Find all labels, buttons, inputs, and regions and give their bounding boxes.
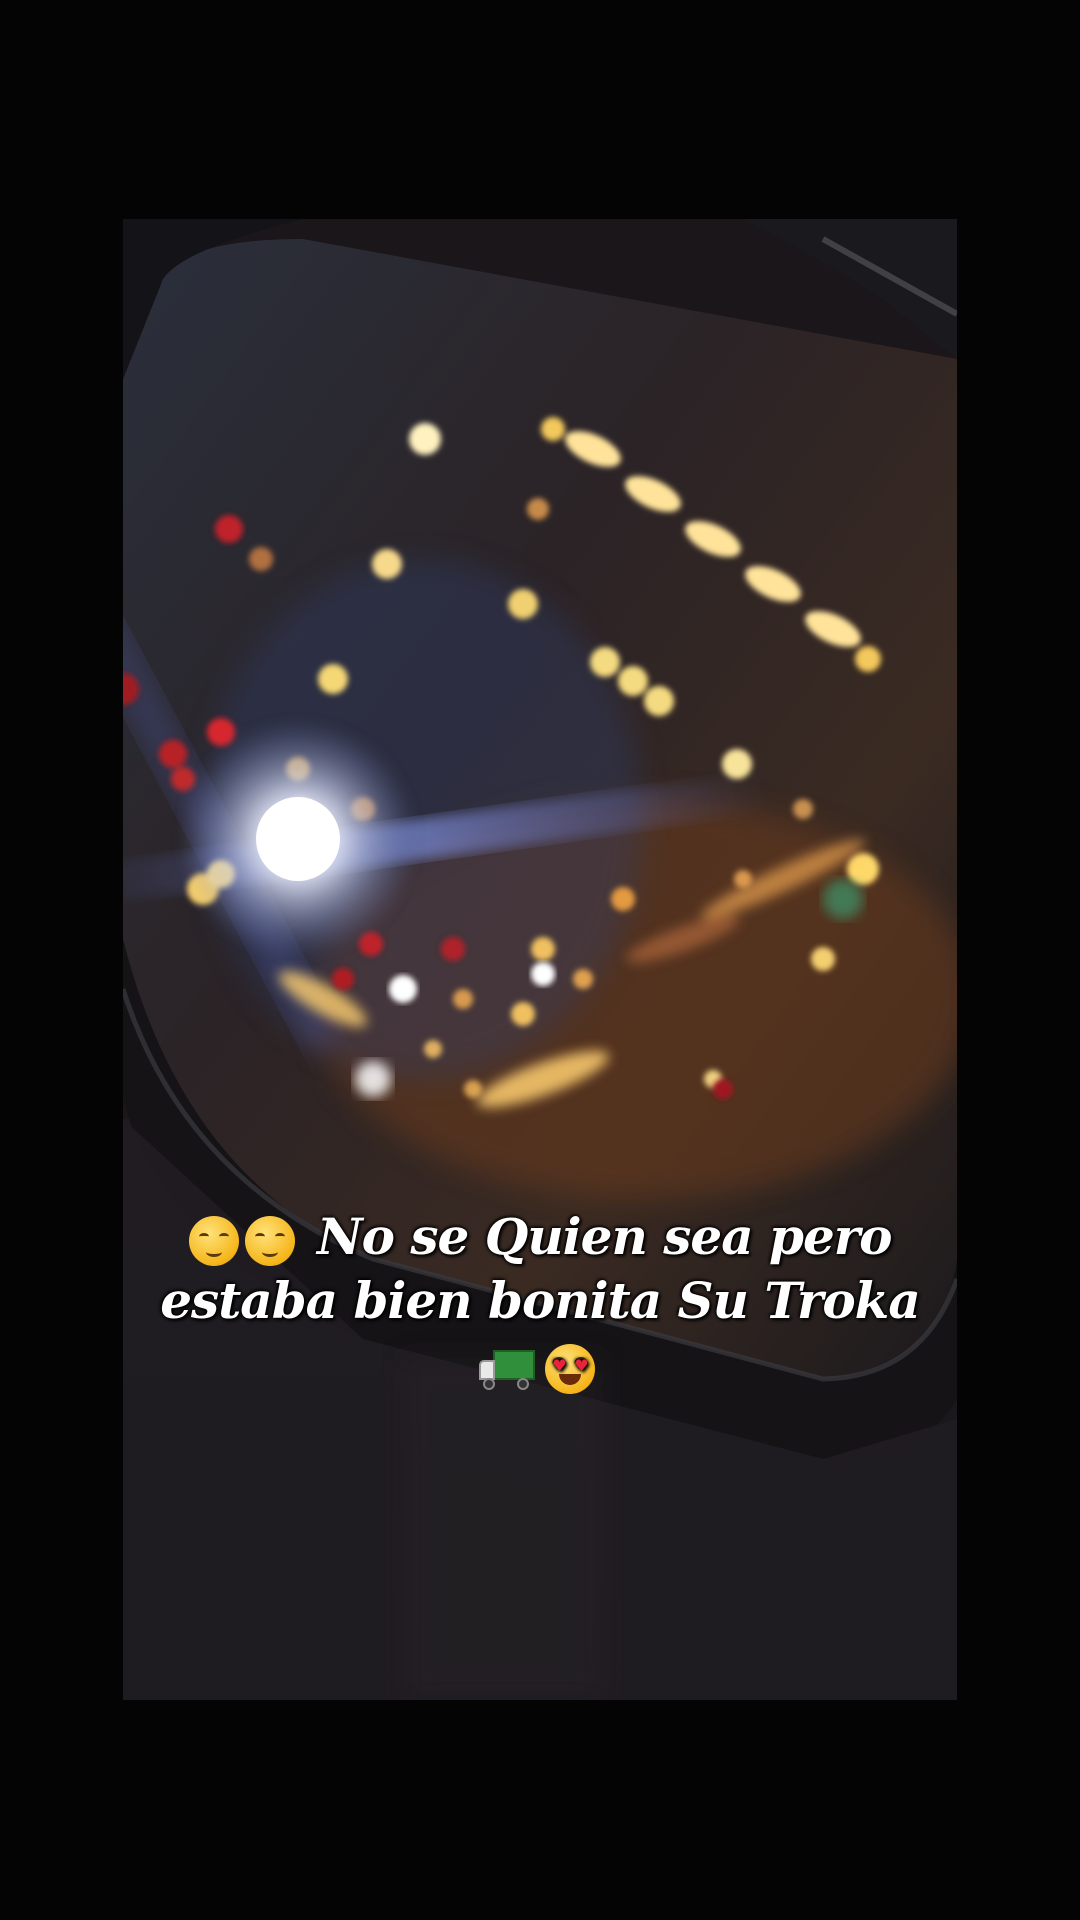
night-mirror-photo (123, 219, 957, 1700)
caption-line-3: ♥ ♥ (150, 1333, 930, 1397)
delivery-truck-icon (479, 1346, 537, 1392)
caption-line-2: estaba bien bonita Su Troka (160, 1271, 920, 1330)
caption-line-1: No se Quien sea pero (150, 1205, 930, 1269)
video-caption: No se Quien sea pero estaba bien bonita … (150, 1205, 930, 1397)
face-exhaling-icon (244, 1216, 295, 1266)
heart-eyes-icon: ♥ ♥ (545, 1344, 595, 1394)
photo-illustration (123, 219, 957, 1700)
caption-text-1: No se Quien sea pero (316, 1207, 893, 1266)
drooling-face-icon (188, 1216, 239, 1266)
video-frame: No se Quien sea pero estaba bien bonita … (0, 0, 1080, 1920)
